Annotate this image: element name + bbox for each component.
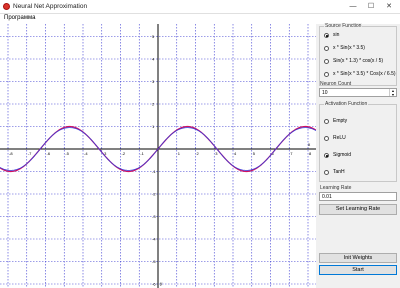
radio-selected-icon: [324, 33, 329, 38]
window-title: Neural Net Approximation: [13, 3, 88, 10]
x-tick-label: 4: [234, 151, 237, 156]
y-tick-label: 1: [152, 124, 155, 129]
control-panel: Source Function sin x * Sin(x * 3.5) Sin…: [316, 23, 400, 288]
y-tick-label: -1: [152, 169, 156, 174]
radio-icon: [324, 72, 329, 77]
radio-icon: [324, 136, 329, 141]
spin-down-icon[interactable]: ▼: [390, 93, 396, 97]
function-plot: -8 -7 -6 -5 -4 -3 -2 -1 1 2 3 4 5 6 7 854321-1-2-3-4-5-…: [0, 24, 316, 288]
x-tick-label: -8: [9, 151, 13, 156]
y-tick-label: 2: [152, 102, 155, 107]
neuron-count-input[interactable]: 10 ▲ ▼: [319, 88, 397, 97]
y-tick-label: -2: [152, 192, 156, 197]
y-tick-label: -5: [152, 259, 156, 264]
neuron-count-value: 10: [322, 90, 328, 96]
activation-function-title: Activation Function: [324, 101, 369, 107]
radio-icon: [324, 46, 329, 51]
x-tick-label: -4: [84, 151, 88, 156]
x-tick-label: 8: [309, 151, 312, 156]
x-tick-label: -5: [65, 151, 69, 156]
menu-program[interactable]: Программа: [4, 15, 35, 21]
x-axis-label: x: [308, 142, 311, 147]
y-tick-label: -3: [152, 214, 156, 219]
y-tick-label: 3: [152, 79, 155, 84]
y-tick-label: 5: [152, 34, 155, 39]
minimize-button[interactable]: —: [344, 0, 362, 14]
activation-function-group: Activation Function Empty ReLU Sigmoid T…: [319, 101, 397, 182]
radio-icon: [324, 59, 329, 64]
init-weights-button[interactable]: Init Weights: [319, 253, 397, 263]
x-tick-label: -1: [140, 151, 144, 156]
x-tick-label: 5: [253, 151, 256, 156]
y-tick-label: -6: [152, 282, 156, 287]
y-axis-label: y: [160, 281, 163, 286]
neuron-count-spinner[interactable]: ▲ ▼: [389, 89, 396, 97]
maximize-button[interactable]: ☐: [362, 0, 380, 14]
learning-rate-value: 0.01: [322, 194, 332, 200]
x-tick-label: 7: [290, 151, 293, 156]
neuron-count-label: Neuron Count: [320, 81, 352, 87]
source-function-title: Source Function: [324, 23, 363, 29]
x-tick-label: 3: [215, 151, 218, 156]
y-tick-label: 4: [152, 57, 155, 62]
radio-icon: [324, 170, 329, 175]
source-function-group: Source Function sin x * Sin(x * 3.5) Sin…: [319, 23, 397, 86]
radio-selected-icon: [324, 153, 329, 158]
x-tick-label: 1: [178, 151, 181, 156]
y-tick-label: -4: [152, 237, 156, 242]
close-button[interactable]: ✕: [380, 0, 398, 14]
learning-rate-label: Learning Rate: [320, 185, 352, 191]
title-bar: Neural Net Approximation — ☐ ✕: [0, 0, 400, 14]
x-tick-label: -7: [28, 151, 32, 156]
learning-rate-input[interactable]: 0.01: [319, 192, 397, 201]
radio-icon: [324, 119, 329, 124]
set-learning-rate-button[interactable]: Set Learning Rate: [319, 204, 397, 215]
x-tick-label: -6: [47, 151, 51, 156]
x-tick-label: -2: [122, 151, 126, 156]
app-icon: [3, 3, 10, 10]
x-tick-label: 2: [197, 151, 200, 156]
plot-area: -8 -7 -6 -5 -4 -3 -2 -1 1 2 3 4 5 6 7 8 5 4 3 2 1 -1 -2 -3 -4 -5-…: [0, 24, 316, 288]
start-button[interactable]: Start: [319, 265, 397, 275]
